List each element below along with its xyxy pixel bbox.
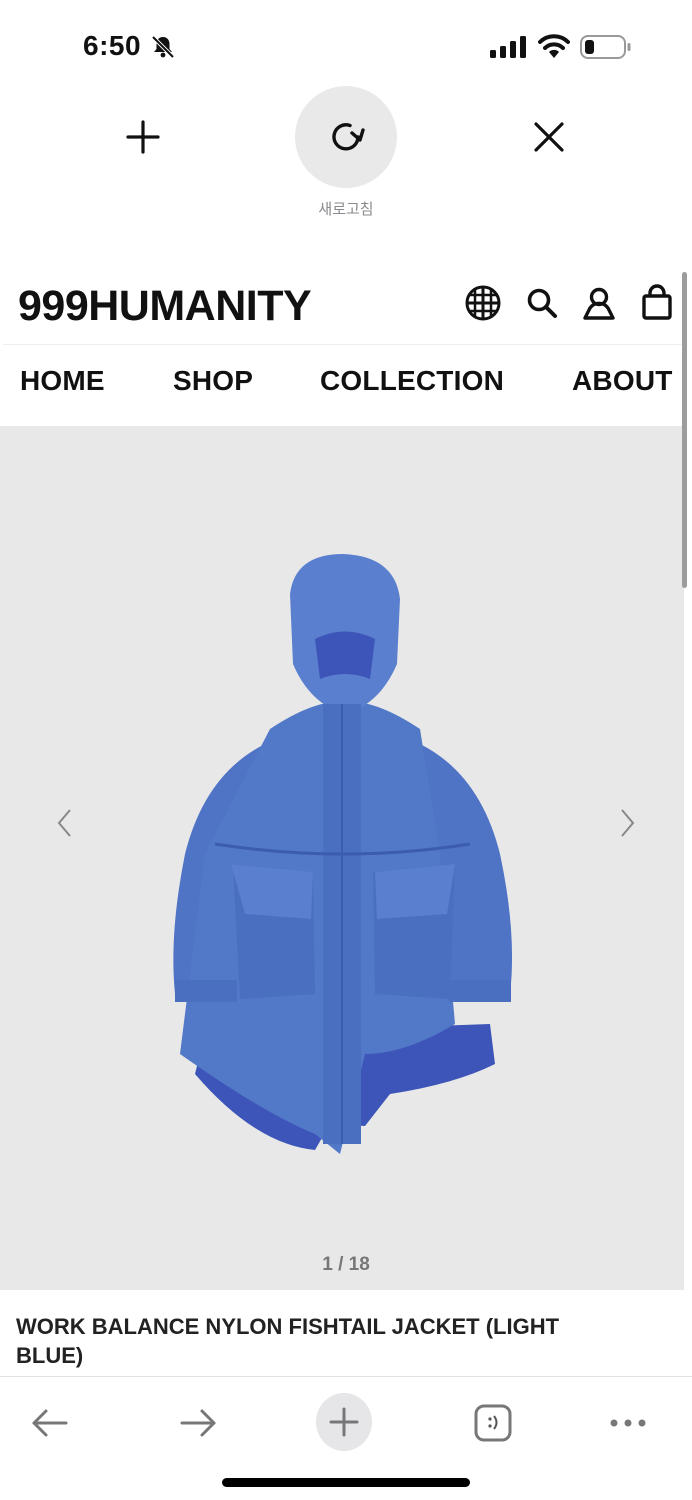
nav-about[interactable]: ABOUT: [572, 365, 673, 397]
refresh-icon: [332, 123, 365, 151]
product-image-gallery[interactable]: 1 / 18: [0, 426, 684, 1290]
refresh-button[interactable]: [295, 86, 397, 188]
wifi-icon: [538, 34, 570, 58]
back-button[interactable]: [22, 1395, 78, 1451]
status-time: 6:50: [83, 30, 142, 61]
more-dots-icon: [610, 1419, 646, 1427]
battery-icon: [580, 35, 631, 59]
tabs-button[interactable]: [465, 1395, 521, 1451]
nav-collection[interactable]: COLLECTION: [320, 365, 504, 397]
plus-icon: [329, 1407, 359, 1437]
cart-bag-icon[interactable]: [638, 284, 676, 322]
cellular-signal-icon: [490, 36, 526, 58]
page-scrollbar[interactable]: [682, 272, 687, 588]
pull-refresh-controls: 새로고침: [0, 86, 692, 226]
site-logo[interactable]: 999HUMANITY: [18, 282, 312, 331]
nav-shop[interactable]: SHOP: [173, 365, 253, 397]
close-icon[interactable]: [530, 118, 568, 156]
forward-arrow-icon: [180, 1409, 216, 1437]
refresh-label: 새로고침: [318, 200, 374, 218]
new-tab-button[interactable]: [316, 1393, 372, 1451]
nav-home[interactable]: HOME: [20, 365, 105, 397]
tabs-smiley-icon: [474, 1404, 512, 1442]
account-icon[interactable]: [580, 284, 618, 322]
next-image-arrow-icon[interactable]: [616, 806, 638, 840]
new-tab-circle: [316, 1393, 372, 1451]
search-icon[interactable]: [523, 284, 561, 322]
main-nav: HOME SHOP COLLECTION ABOUT: [3, 344, 684, 416]
status-bar: 6:50: [0, 0, 692, 90]
product-image-jacket: [173, 554, 513, 1154]
back-arrow-icon: [32, 1409, 68, 1437]
site-header: 999HUMANITY: [0, 272, 684, 340]
more-menu-button[interactable]: [600, 1395, 656, 1451]
forward-button[interactable]: [170, 1395, 226, 1451]
product-title: WORK BALANCE NYLON FISHTAIL JACKET (LIGH…: [16, 1314, 560, 1368]
new-tab-plus-icon[interactable]: [122, 116, 164, 158]
web-content: 999HUMANITY HOME SHOP COLLECTION ABOUT 1…: [0, 272, 692, 1376]
home-indicator[interactable]: [222, 1478, 470, 1487]
globe-icon[interactable]: [464, 284, 502, 322]
previous-image-arrow-icon[interactable]: [54, 806, 76, 840]
image-counter: 1 / 18: [322, 1254, 370, 1275]
bell-off-icon: [151, 35, 175, 59]
